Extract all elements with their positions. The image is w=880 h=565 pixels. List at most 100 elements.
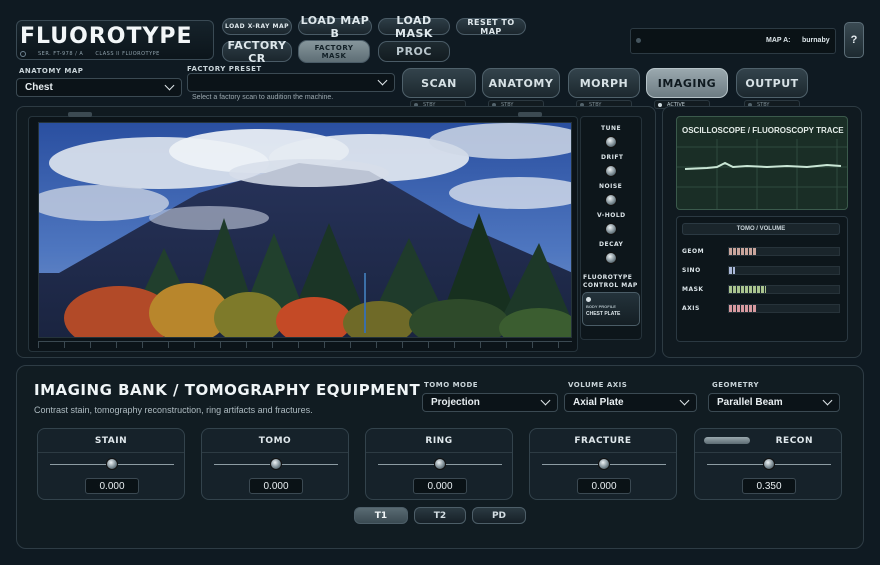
- stain-value[interactable]: 0.000: [85, 478, 139, 494]
- body-profile-led-icon: [586, 297, 591, 302]
- control-map-title: FLUOROTYPE: [583, 274, 633, 281]
- tune-label: TUNE: [601, 125, 622, 132]
- load-xray-map-button[interactable]: LOAD X-RAY MAP: [222, 18, 292, 35]
- chevron-down-icon: [377, 75, 388, 86]
- decay-knob[interactable]: [605, 252, 617, 264]
- tomo-module: TOMO 0.000: [201, 428, 349, 500]
- v-hold-label: V-HOLD: [597, 212, 626, 219]
- tomo-value[interactable]: 0.000: [249, 478, 303, 494]
- chevron-down-icon: [164, 80, 175, 91]
- body-profile-button[interactable]: [582, 292, 640, 326]
- tab-anatomy[interactable]: ANATOMY: [482, 68, 560, 98]
- factory-preset-hint: Select a factory scan to audition the ma…: [192, 94, 334, 101]
- anatomy-map-select[interactable]: Chest: [16, 78, 182, 97]
- stain-slider-handle[interactable]: [106, 458, 118, 470]
- tomo-mode-select[interactable]: Projection: [422, 393, 558, 412]
- recon-value[interactable]: 0.350: [742, 478, 796, 494]
- factory-preset-select[interactable]: [187, 73, 395, 92]
- sino-label: SINO: [682, 267, 701, 274]
- drift-knob[interactable]: [605, 165, 617, 177]
- volume-axis-value: Axial Plate: [573, 397, 624, 408]
- ring-value[interactable]: 0.000: [413, 478, 467, 494]
- map-label: MAP A:: [766, 37, 791, 44]
- recon-module: RECON 0.350: [694, 428, 842, 500]
- recon-toggle[interactable]: [704, 437, 750, 444]
- sino-meter-fill: [729, 267, 735, 274]
- map-value: burnaby: [802, 37, 830, 44]
- drift-label: DRIFT: [601, 154, 624, 161]
- class-label: CLASS II FLUOROTYPE: [95, 51, 160, 57]
- chevron-down-icon: [679, 395, 690, 406]
- scope-title: OSCILLOSCOPE / FLUOROSCOPY TRACE: [682, 126, 844, 135]
- landscape-image: [39, 123, 571, 337]
- noise-knob[interactable]: [605, 194, 617, 206]
- fracture-label: FRACTURE: [530, 429, 676, 453]
- axis-label: AXIS: [682, 305, 700, 312]
- fracture-module: FRACTURE 0.000: [529, 428, 677, 500]
- scroll-handle-right[interactable]: [518, 112, 542, 117]
- axis-meter: [728, 304, 840, 313]
- help-button[interactable]: ?: [844, 22, 864, 58]
- body-profile-value: CHEST PLATE: [586, 311, 621, 317]
- tab-morph[interactable]: MORPH: [568, 68, 640, 98]
- xray-image-viewport[interactable]: [38, 122, 572, 338]
- sequence-pd-button[interactable]: PD: [472, 507, 526, 524]
- mask-meter: [728, 285, 840, 294]
- serial-label: SER. FT-978 / A: [38, 51, 84, 57]
- tab-output[interactable]: OUTPUT: [736, 68, 808, 98]
- reset-to-map-button[interactable]: RESET TO MAP: [456, 18, 526, 36]
- chevron-down-icon: [822, 395, 833, 406]
- geometry-select[interactable]: Parallel Beam: [708, 393, 840, 412]
- tomo-mode-value: Projection: [431, 397, 480, 408]
- app-title: FLUOROTYPE: [20, 24, 193, 49]
- fracture-value[interactable]: 0.000: [577, 478, 631, 494]
- app-subtitle: SER. FT-978 / A CLASS II FLUOROTYPE: [20, 51, 160, 57]
- volume-axis-label: VOLUME AXIS: [568, 381, 628, 389]
- geometry-value: Parallel Beam: [717, 397, 783, 408]
- load-mask-button[interactable]: LOAD MASK: [378, 14, 450, 40]
- status-led-icon: [658, 103, 662, 107]
- fracture-slider-handle[interactable]: [598, 458, 610, 470]
- tab-scan[interactable]: SCAN: [402, 68, 476, 98]
- mask-label: MASK: [682, 286, 704, 293]
- stain-module: STAIN 0.000: [37, 428, 185, 500]
- geom-label: GEOM: [682, 248, 705, 255]
- anatomy-map-label: ANATOMY MAP: [19, 67, 84, 75]
- map-indicator-icon: [636, 38, 641, 43]
- decay-label: DECAY: [599, 241, 624, 248]
- control-map-subtitle: CONTROL MAP: [583, 282, 638, 289]
- factory-mask-button[interactable]: FACTORY MASK: [298, 40, 370, 63]
- geom-meter: [728, 247, 840, 256]
- mask-meter-fill: [729, 286, 767, 293]
- geom-meter-fill: [729, 248, 757, 255]
- proc-button[interactable]: PROC: [378, 41, 450, 62]
- sequence-t2-button[interactable]: T2: [414, 507, 466, 524]
- stain-label: STAIN: [38, 429, 184, 453]
- v-hold-knob[interactable]: [605, 223, 617, 235]
- bank-title: IMAGING BANK / TOMOGRAPHY EQUIPMENT: [34, 381, 421, 399]
- noise-label: NOISE: [599, 183, 623, 190]
- screw-icon: [20, 51, 26, 57]
- chevron-down-icon: [540, 395, 551, 406]
- tomo-label: TOMO: [202, 429, 348, 453]
- tomo-volume-title: TOMO / VOLUME: [682, 223, 840, 235]
- tomo-slider-handle[interactable]: [270, 458, 282, 470]
- axis-meter-fill: [729, 305, 757, 312]
- tab-imaging[interactable]: IMAGING: [646, 68, 728, 98]
- body-profile-label: BODY PROFILE: [586, 304, 616, 309]
- bank-description: Contrast stain, tomography reconstructio…: [34, 405, 313, 415]
- factory-preset-label: FACTORY PRESET: [187, 65, 262, 73]
- tune-knob[interactable]: [605, 136, 617, 148]
- scroll-handle-left[interactable]: [68, 112, 92, 117]
- sequence-t1-button[interactable]: T1: [354, 507, 408, 524]
- recon-slider-handle[interactable]: [763, 458, 775, 470]
- load-map-b-button[interactable]: LOAD MAP B: [298, 14, 372, 40]
- sino-meter: [728, 266, 840, 275]
- geometry-label: GEOMETRY: [712, 381, 760, 389]
- factory-cr-button[interactable]: FACTORY CR: [222, 39, 292, 65]
- ring-module: RING 0.000: [365, 428, 513, 500]
- ring-slider-handle[interactable]: [434, 458, 446, 470]
- ring-label: RING: [366, 429, 512, 453]
- tomo-mode-label: TOMO MODE: [424, 381, 479, 389]
- volume-axis-select[interactable]: Axial Plate: [564, 393, 697, 412]
